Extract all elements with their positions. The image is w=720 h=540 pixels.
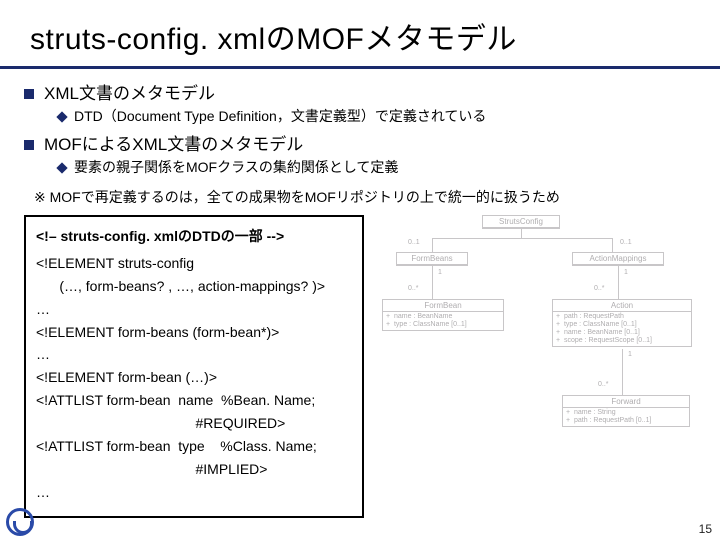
uml-class-strutsconfig: StrutsConfig [482, 215, 560, 229]
bullet-level2: 要素の親子関係をMOFクラスの集約関係として定義 [58, 157, 696, 177]
uml-connector [612, 238, 613, 252]
lower-row: <!– struts-config. xmlのDTDの一部 --> <!ELEM… [0, 215, 720, 518]
diamond-bullet-icon [56, 111, 67, 122]
diamond-bullet-icon [56, 162, 67, 173]
uml-class-name: StrutsConfig [483, 216, 559, 228]
bullet2-text: MOFによるXML文書のメタモデル [44, 130, 303, 155]
code-line: … [36, 483, 352, 502]
uml-class-actionmappings: ActionMappings [572, 252, 664, 266]
uml-class-name: Action [553, 300, 691, 312]
bullet2-1-text: 要素の親子関係をMOFクラスの集約関係として定義 [74, 157, 398, 177]
page-number: 15 [699, 522, 712, 536]
uml-class-name: Forward [563, 396, 689, 408]
uml-class-name: FormBeans [397, 253, 467, 265]
bullet-level1: MOFによるXML文書のメタモデル [24, 130, 696, 155]
square-bullet-icon [24, 89, 34, 99]
code-line: (…, form-beans? , …, action-mappings? )> [36, 277, 352, 296]
code-line: <!ELEMENT form-bean (…)> [36, 368, 352, 387]
uml-class-name: FormBean [383, 300, 503, 312]
uml-connector [622, 349, 623, 395]
uml-class-action: Action + path : RequestPath + type : Cla… [552, 299, 692, 347]
code-line: <!ELEMENT struts-config [36, 254, 352, 273]
dtd-code-box: <!– struts-config. xmlのDTDの一部 --> <!ELEM… [24, 215, 364, 518]
page-title: struts-config. xmlのMOFメタモデル [30, 14, 696, 58]
logo-icon [6, 508, 34, 536]
uml-multiplicity: 0..* [408, 285, 419, 292]
bullet1-text: XML文書のメタモデル [44, 79, 215, 104]
bullet-level1: XML文書のメタモデル [24, 79, 696, 104]
uml-class-name: ActionMappings [573, 253, 663, 265]
code-header: <!– struts-config. xmlのDTDの一部 --> [36, 227, 352, 246]
uml-class-attrs: + path : RequestPath + type : ClassName … [553, 312, 691, 346]
title-underline [0, 66, 720, 69]
uml-diagram: StrutsConfig 0..1 0..1 FormBeans ActionM… [372, 215, 704, 485]
code-line: <!ATTLIST form-bean type %Class. Name; [36, 437, 352, 456]
uml-class-forward: Forward + name : String + path : Request… [562, 395, 690, 427]
uml-multiplicity: 0..1 [620, 239, 632, 246]
code-line: … [36, 300, 352, 319]
square-bullet-icon [24, 140, 34, 150]
code-line: … [36, 345, 352, 364]
uml-multiplicity: 0..* [598, 381, 609, 388]
uml-connector [432, 238, 612, 239]
content-area: XML文書のメタモデル DTD（Document Type Definition… [0, 79, 720, 207]
uml-multiplicity: 0..1 [408, 239, 420, 246]
uml-connector [432, 265, 433, 299]
uml-connector [618, 265, 619, 299]
uml-multiplicity: 1 [624, 269, 628, 276]
code-line: <!ATTLIST form-bean name %Bean. Name; [36, 391, 352, 410]
uml-connector [432, 238, 433, 252]
uml-class-attrs: + name : BeanName + type : ClassName [0.… [383, 312, 503, 330]
code-line: #IMPLIED> [36, 460, 352, 479]
bullet-level2: DTD（Document Type Definition，文書定義型）で定義され… [58, 106, 696, 126]
code-line: <!ELEMENT form-beans (form-bean*)> [36, 323, 352, 342]
uml-multiplicity: 1 [628, 351, 632, 358]
uml-class-attrs: + name : String + path : RequestPath [0.… [563, 408, 689, 426]
uml-multiplicity: 0..* [594, 285, 605, 292]
uml-connector [521, 228, 522, 238]
uml-class-formbean: FormBean + name : BeanName + type : Clas… [382, 299, 504, 331]
bullet1-1-text: DTD（Document Type Definition，文書定義型）で定義され… [74, 106, 486, 126]
note-text: ※ MOFで再定義するのは，全ての成果物をMOFリポジトリの上で統一的に扱うため [34, 187, 690, 207]
uml-multiplicity: 1 [438, 269, 442, 276]
code-line: #REQUIRED> [36, 414, 352, 433]
uml-class-formbeans: FormBeans [396, 252, 468, 266]
